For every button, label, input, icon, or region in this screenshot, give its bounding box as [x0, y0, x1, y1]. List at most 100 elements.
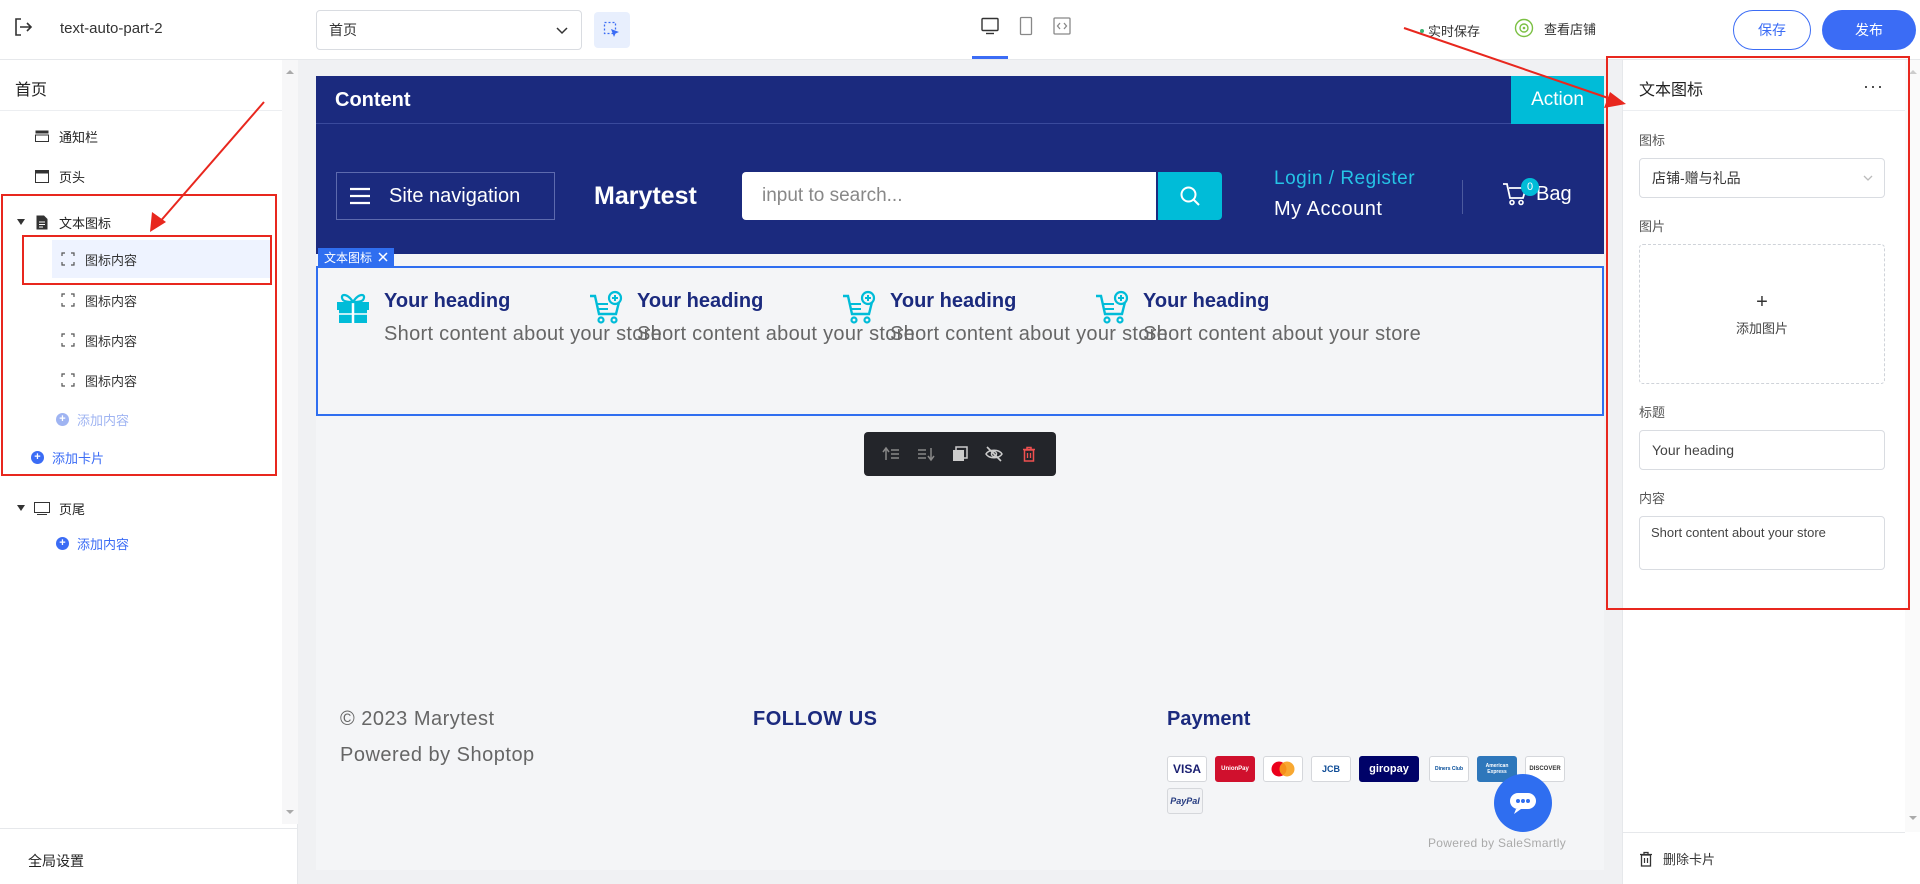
cart-add-icon: [840, 290, 878, 328]
plus-circle-icon: +: [56, 537, 69, 550]
exit-icon[interactable]: [12, 16, 34, 38]
salesmartly-credit: Powered by SaleSmartly: [1428, 836, 1566, 850]
tree-child-icon-content-selected[interactable]: 图标内容: [52, 240, 270, 278]
cart-add-icon: [1093, 290, 1131, 328]
active-device-indicator: [972, 56, 1008, 59]
preview-canvas: Content Action Site navigation Marytest …: [316, 76, 1604, 870]
tree-child-icon-content[interactable]: 图标内容: [60, 328, 137, 352]
text-icon-section[interactable]: Your heading Short content about your st…: [316, 266, 1604, 416]
notice-bar[interactable]: Content Action: [316, 76, 1604, 124]
image-upload-area[interactable]: + 添加图片: [1639, 244, 1885, 384]
plus-icon: +: [1756, 290, 1768, 313]
site-navigation-button[interactable]: Site navigation: [336, 172, 555, 220]
icon-select[interactable]: 店铺-赠与礼品: [1639, 158, 1885, 198]
global-settings-link[interactable]: 全局设置: [0, 828, 298, 884]
chat-widget-button[interactable]: [1494, 774, 1552, 832]
plus-circle-icon: +: [31, 451, 44, 464]
search-icon: [1180, 186, 1200, 206]
tree-child-icon-content[interactable]: 图标内容: [60, 288, 137, 312]
add-content-label: 添加内容: [77, 413, 130, 428]
menu-icon: [350, 187, 370, 205]
section-floating-toolbar: [864, 432, 1056, 476]
title-input[interactable]: Your heading: [1639, 430, 1885, 470]
focus-frame-icon: [60, 372, 76, 388]
tree-child-icon-content[interactable]: 图标内容: [60, 368, 137, 392]
move-up-icon[interactable]: [880, 443, 902, 465]
page-select[interactable]: 首页: [316, 10, 582, 50]
move-down-icon[interactable]: [915, 443, 937, 465]
focus-frame-icon: [60, 292, 76, 308]
tablet-view-icon[interactable]: [1014, 14, 1038, 38]
save-button[interactable]: 保存: [1733, 10, 1811, 50]
caret-down-icon[interactable]: [16, 218, 26, 226]
gift-icon: [334, 290, 372, 328]
search-button[interactable]: [1158, 172, 1222, 220]
site-header[interactable]: Site navigation Marytest input to search…: [316, 124, 1604, 254]
tree-item-notice-bar[interactable]: 通知栏: [34, 124, 98, 148]
footer-icon: [34, 500, 50, 516]
my-account-link[interactable]: My Account: [1274, 198, 1382, 221]
left-scrollbar[interactable]: [282, 60, 298, 824]
icon-field-label: 图标: [1639, 133, 1666, 148]
caret-down-icon[interactable]: [16, 504, 26, 512]
top-bar: text-auto-part-2 首页 实时保存 查看店铺 保存 发布: [0, 0, 1920, 60]
footer-add-content-label: 添加内容: [77, 537, 130, 552]
tree-item-header[interactable]: 页头: [34, 164, 85, 188]
tree-item-text-icon[interactable]: 文本图标: [16, 210, 111, 234]
divider: [0, 110, 282, 111]
select-element-tool[interactable]: [594, 12, 630, 48]
tree-item-label: 通知栏: [59, 129, 99, 145]
code-view-icon[interactable]: [1050, 14, 1074, 38]
settings-panel-title: 文本图标: [1639, 82, 1704, 99]
content-textarea[interactable]: Short content about your store: [1639, 516, 1885, 570]
autosave-dot-icon: [1420, 28, 1424, 33]
title-input-value: Your heading: [1652, 442, 1735, 458]
paypal-icon: PayPal: [1167, 788, 1203, 814]
tree-item-label: 页头: [59, 169, 86, 185]
view-store-link[interactable]: 查看店铺: [1514, 18, 1596, 38]
text-icon-heading: Your heading: [1143, 290, 1270, 312]
delete-card-label: 删除卡片: [1663, 852, 1716, 867]
search-input[interactable]: input to search...: [742, 172, 1156, 220]
focus-frame-icon: [60, 251, 76, 267]
text-icon-item[interactable]: Your heading Short content about your st…: [1093, 290, 1421, 346]
footer-powered-by: Powered by Shoptop: [340, 744, 535, 766]
tree-item-label: 文本图标: [59, 215, 112, 231]
section-label-tag[interactable]: 文本图标: [318, 248, 395, 266]
tree-child-label: 图标内容: [85, 252, 138, 268]
footer-copyright: © 2023 Marytest: [340, 708, 495, 730]
plus-circle-icon: +: [56, 413, 69, 426]
diners-club-icon: Diners Club: [1429, 756, 1469, 782]
view-store-label: 查看店铺: [1544, 21, 1597, 37]
eye-store-icon: [1514, 18, 1534, 38]
footer-payment-title: Payment: [1167, 708, 1251, 730]
notice-action-button[interactable]: Action: [1511, 76, 1604, 124]
left-sidebar: 首页 通知栏 页头 文本图标 图标内容 图标内容 图标内容 图标内容 + 添加内…: [0, 60, 298, 884]
brand-logo[interactable]: Marytest: [594, 182, 697, 211]
add-content-link[interactable]: + 添加内容: [56, 410, 129, 429]
more-options-icon[interactable]: ···: [1863, 76, 1884, 97]
site-navigation-label: Site navigation: [389, 184, 521, 207]
tree-item-footer[interactable]: 页尾: [16, 496, 85, 520]
jcb-icon: JCB: [1311, 756, 1351, 782]
delete-card-button[interactable]: 删除卡片: [1623, 832, 1905, 884]
hide-eye-icon[interactable]: [983, 443, 1005, 465]
cursor-select-icon: [603, 21, 619, 37]
footer-follow-us: FOLLOW US: [753, 708, 878, 730]
login-register-link[interactable]: Login / Register: [1274, 168, 1415, 190]
divider: [1462, 180, 1463, 214]
mastercard-icon: [1263, 756, 1303, 782]
notice-bar-icon: [34, 128, 50, 144]
right-scrollbar[interactable]: [1905, 60, 1920, 832]
publish-button[interactable]: 发布: [1822, 10, 1916, 50]
copy-icon[interactable]: [949, 443, 971, 465]
close-icon[interactable]: [378, 252, 388, 262]
desktop-view-icon[interactable]: [978, 14, 1002, 38]
add-card-link[interactable]: + 添加卡片: [31, 448, 104, 467]
text-icon-content: Short content about your store: [1143, 323, 1422, 345]
delete-icon[interactable]: [1018, 443, 1040, 465]
search-placeholder: input to search...: [762, 185, 903, 206]
chat-icon: [1510, 793, 1536, 814]
footer-add-content-link[interactable]: + 添加内容: [56, 534, 129, 553]
bag-label: Bag: [1536, 182, 1572, 205]
